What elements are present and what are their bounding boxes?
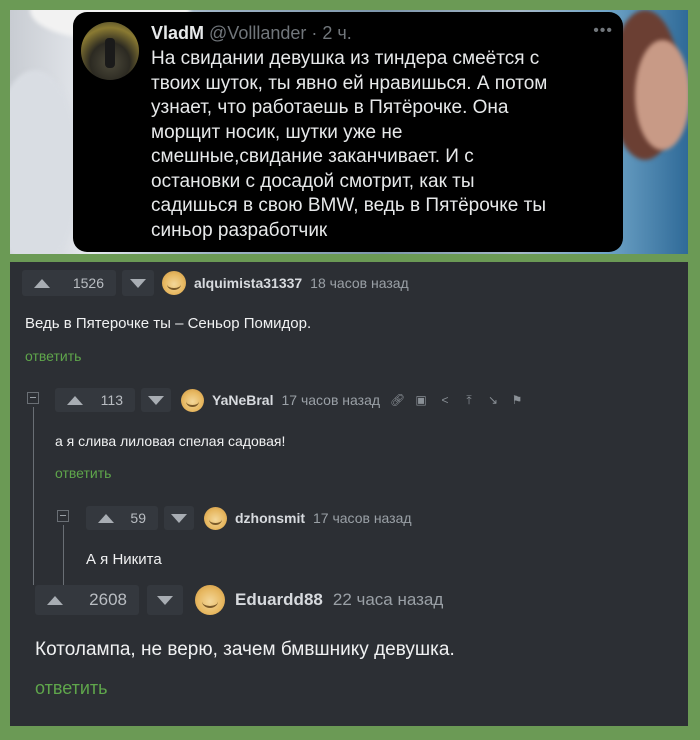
comment-text: Котолампа, не верю, зачем бмвшнику девуш… — [35, 639, 455, 660]
tweet-text: На свидании девушка из тиндера смеётся с… — [151, 48, 548, 241]
vote-count: 59 — [130, 510, 146, 526]
avatar[interactable] — [195, 585, 225, 615]
avatar[interactable] — [181, 388, 204, 412]
pin-icon[interactable]: ↘ — [486, 393, 500, 407]
upvote-button[interactable]: 1526 — [22, 270, 116, 296]
tweet-header: VladM @Volllander · 2 ч. — [151, 22, 352, 44]
comments-panel: 1526 alquimista31337 18 часов назад Ведь… — [10, 262, 688, 726]
comment-author[interactable]: Eduardd88 — [235, 590, 323, 610]
tweet-author[interactable]: VladM — [151, 23, 204, 43]
comment-text: Ведь в Пятерочке ты – Сеньор Помидор. — [25, 315, 312, 332]
photo-blob — [10, 70, 80, 254]
upvote-button[interactable]: 2608 — [35, 585, 139, 615]
comment-header: 59 dzhonsmit 17 часов назад — [86, 506, 412, 530]
reply-link[interactable]: ответить — [25, 348, 81, 364]
comment-header: 113 YaNeBral 17 часов назад 🔗︎ ▣ < ⤒ ↘ ⚑ — [55, 388, 524, 412]
save-icon[interactable]: ▣ — [414, 393, 428, 407]
vote-count: 113 — [100, 392, 123, 408]
avatar[interactable] — [81, 22, 139, 80]
upvote-icon — [34, 278, 50, 288]
comment-time: 17 часов назад — [313, 510, 412, 526]
share-icon[interactable]: < — [438, 393, 452, 407]
collapse-thread-button[interactable] — [27, 392, 39, 404]
tweet-card: VladM @Volllander · 2 ч. ••• На свидании… — [73, 12, 623, 252]
comment-text: а я слива лиловая спелая садовая! — [55, 433, 286, 449]
upvote-icon — [67, 395, 83, 405]
reply-link[interactable]: ответить — [35, 678, 108, 699]
comment-author[interactable]: YaNeBral — [212, 392, 273, 408]
avatar[interactable] — [204, 506, 227, 530]
downvote-icon — [148, 395, 164, 405]
photo-blob — [635, 40, 688, 150]
comment-author[interactable]: alquimista31337 — [194, 275, 302, 291]
upload-icon[interactable]: ⤒ — [462, 393, 476, 408]
reply-link[interactable]: ответить — [55, 465, 111, 481]
flag-icon[interactable]: ⚑ — [510, 393, 524, 407]
vote-count: 1526 — [72, 275, 104, 291]
upvote-button[interactable]: 59 — [86, 506, 158, 530]
comment-text: А я Никита — [86, 551, 162, 568]
upvote-icon — [47, 595, 63, 605]
avatar[interactable] — [162, 271, 186, 295]
comment-header: 2608 Eduardd88 22 часа назад — [35, 585, 443, 615]
downvote-button[interactable] — [147, 585, 183, 615]
more-icon[interactable]: ••• — [593, 22, 613, 40]
link-icon[interactable]: 🔗︎ — [390, 393, 405, 407]
downvote-icon — [171, 513, 187, 523]
comment-time: 17 часов назад — [281, 392, 381, 408]
downvote-button[interactable] — [141, 388, 171, 412]
thread-line — [33, 407, 34, 585]
vote-count: 2608 — [89, 590, 127, 609]
comment-author[interactable]: dzhonsmit — [235, 510, 305, 526]
tweet-time: · 2 ч. — [306, 23, 352, 43]
downvote-button[interactable] — [122, 270, 154, 296]
downvote-button[interactable] — [164, 506, 194, 530]
downvote-icon — [130, 278, 146, 288]
collapse-thread-button[interactable] — [57, 510, 69, 522]
upvote-button[interactable]: 113 — [55, 388, 135, 412]
tweet-handle[interactable]: @Volllander — [209, 23, 306, 43]
upvote-icon — [98, 513, 114, 523]
comment-time: 22 часа назад — [332, 590, 444, 609]
comment-time: 18 часов назад — [310, 275, 409, 291]
downvote-icon — [157, 595, 173, 605]
thread-line — [63, 525, 64, 585]
comment-header: 1526 alquimista31337 18 часов назад — [22, 270, 409, 296]
